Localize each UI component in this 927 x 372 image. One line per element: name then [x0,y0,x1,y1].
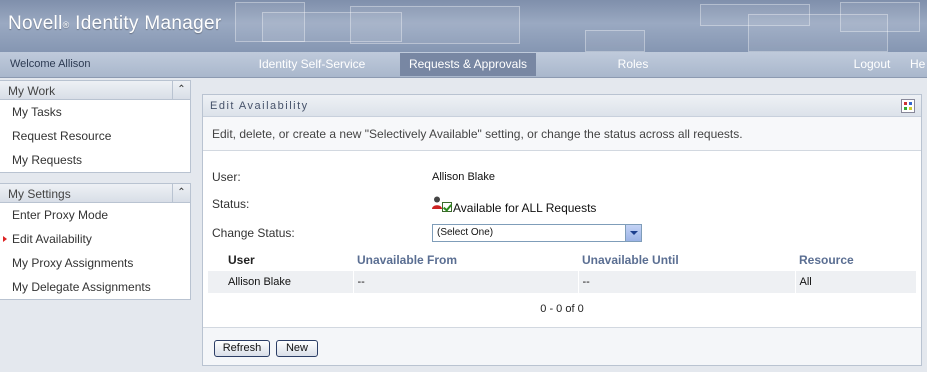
status-value: Available for ALL Requests [453,201,597,215]
new-button[interactable]: New [276,340,318,357]
sidebar-item-edit-availability[interactable]: Edit Availability [0,227,190,251]
user-value: Allison Blake [432,171,495,183]
column-header-user[interactable]: User [208,249,353,271]
available-checkbox[interactable] [442,202,452,212]
sidebar: My Work ⌃ My Tasks Request Resource My R… [0,80,191,310]
my-settings-header: My Settings ⌃ [0,184,190,203]
change-status-select[interactable]: (Select One) [432,224,642,242]
banner-decoration [840,2,920,32]
cell-resource: All [795,271,917,293]
sidebar-item-request-resource[interactable]: Request Resource [0,124,190,148]
my-work-title: My Work [8,84,56,98]
table-row[interactable]: Allison Blake -- -- All [208,271,917,293]
status-label: Status: [212,197,250,211]
collapse-icon[interactable]: ⌃ [172,81,190,99]
tab-roles[interactable]: Roles [600,53,666,76]
my-settings-title: My Settings [8,187,71,201]
panel-description: Edit, delete, or create a new "Selective… [203,117,921,151]
sidebar-item-my-delegate-assignments[interactable]: My Delegate Assignments [0,275,190,299]
logout-link[interactable]: Logout [846,53,898,76]
panel-footer: Refresh New [203,327,921,365]
sidebar-item-my-requests[interactable]: My Requests [0,148,190,172]
tab-identity-self-service[interactable]: Identity Self-Service [247,53,377,76]
help-link[interactable]: He [910,53,927,76]
banner-decoration [350,6,520,44]
sidebar-item-enter-proxy-mode[interactable]: Enter Proxy Mode [0,203,190,227]
my-settings-section: My Settings ⌃ Enter Proxy Mode Edit Avai… [0,183,191,300]
cell-unavailable-until: -- [578,271,796,293]
panel-header: Edit Availability [203,95,921,117]
user-label: User: [212,170,241,184]
sidebar-item-my-proxy-assignments[interactable]: My Proxy Assignments [0,251,190,275]
refresh-button[interactable]: Refresh [214,340,270,357]
column-header-resource[interactable]: Resource [795,249,917,271]
welcome-text: Welcome Allison [10,58,91,70]
top-nav-bar: Welcome Allison Identity Self-Service Re… [0,52,927,78]
banner-decoration [585,30,645,52]
sidebar-item-my-tasks[interactable]: My Tasks [0,100,190,124]
chevron-down-icon[interactable] [625,225,641,241]
panel-title: Edit Availability [210,100,309,112]
sidebar-item-label: Edit Availability [12,232,92,246]
my-work-section: My Work ⌃ My Tasks Request Resource My R… [0,80,191,173]
pagination-text: 0 - 0 of 0 [540,303,584,315]
cell-unavailable-from: -- [353,271,579,293]
change-status-label: Change Status: [212,226,295,240]
selected-arrow-icon [3,236,7,242]
tab-requests-approvals[interactable]: Requests & Approvals [400,53,536,76]
my-work-header: My Work ⌃ [0,81,190,100]
collapse-icon[interactable]: ⌃ [172,184,190,202]
cell-user: Allison Blake [208,271,354,293]
brand-name: Novell [8,13,63,34]
customize-grid-icon[interactable] [901,99,915,113]
column-header-unavailable-from[interactable]: Unavailable From [353,249,578,271]
change-status-selected: (Select One) [437,227,494,238]
column-header-unavailable-until[interactable]: Unavailable Until [578,249,795,271]
app-title: Novell® Identity Manager [8,13,221,35]
availability-table: User Unavailable From Unavailable Until … [208,249,917,293]
product-name: Identity Manager [69,13,222,34]
table-header-row: User Unavailable From Unavailable Until … [208,249,917,271]
edit-availability-panel: Edit Availability Edit, delete, or creat… [202,94,922,366]
brand-registered-mark: ® [62,20,70,30]
app-banner: Novell® Identity Manager [0,0,927,52]
